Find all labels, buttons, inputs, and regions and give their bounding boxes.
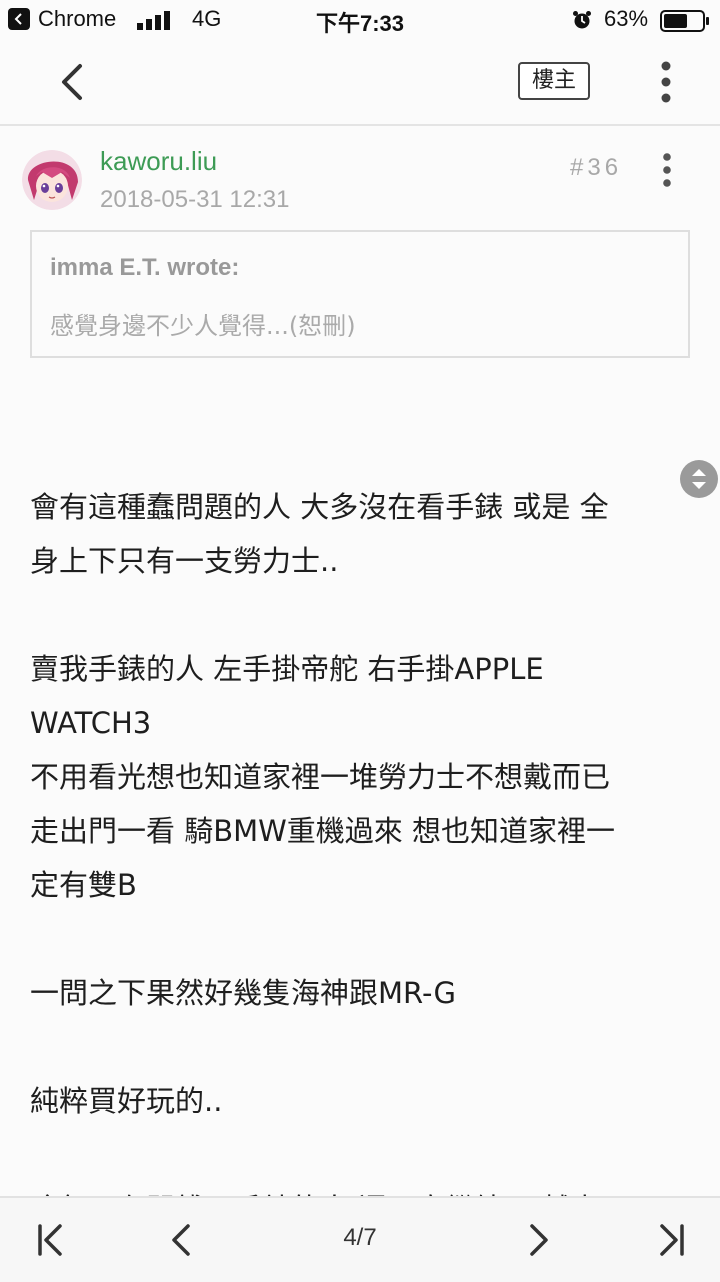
first-page-icon[interactable]: [30, 1220, 70, 1260]
post-more-icon[interactable]: [658, 152, 676, 188]
battery-percent: 63%: [604, 6, 649, 31]
back-arrow-icon[interactable]: [56, 62, 90, 102]
post-body: 會有這種蠢問題的人 大多沒在看手錶 或是 全身上下只有一支勞力士.. 賣我手錶的人…: [30, 480, 700, 1236]
quote-text: 感覺身邊不少人覺得...(恕刪): [50, 312, 356, 340]
battery-icon: [660, 10, 709, 32]
body-line: 會有這種蠢問題的人 大多沒在看手錶 或是 全: [30, 490, 609, 524]
floor-number: #36: [570, 154, 623, 181]
body-line: WATCH3: [30, 706, 152, 740]
body-line: 身上下只有一支勞力士..: [30, 544, 339, 578]
avatar[interactable]: [22, 150, 82, 210]
body-line: 定有雙B: [30, 868, 137, 902]
more-options-icon[interactable]: [656, 60, 676, 104]
body-line: 不用看光想也知道家裡一堆勞力士不想戴而已: [30, 760, 611, 794]
alarm-icon: [573, 11, 591, 29]
body-line: 賣我手錶的人 左手掛帝舵 右手掛APPLE: [30, 652, 544, 686]
next-page-icon[interactable]: [518, 1220, 558, 1260]
pagination-bar: 4/7: [0, 1196, 720, 1282]
page-indicator[interactable]: 4/7: [310, 1224, 410, 1252]
thread-starter-button[interactable]: 樓主: [518, 62, 590, 100]
last-page-icon[interactable]: [652, 1220, 692, 1260]
status-bar: Chrome 4G 下午7:33 63%: [0, 0, 720, 40]
post-author[interactable]: kaworu.liu: [100, 146, 217, 177]
post-date: 2018-05-31 12:31: [100, 186, 290, 213]
quote-author: imma E.T. wrote:: [50, 254, 240, 281]
previous-page-icon[interactable]: [162, 1220, 202, 1260]
body-line: 走出門一看 騎BMW重機過來 想也知道家裡一: [30, 814, 616, 848]
nav-bar: 樓主: [0, 40, 720, 126]
body-line: 一問之下果然好幾隻海神跟MR-G: [30, 976, 456, 1010]
quote-block: imma E.T. wrote: 感覺身邊不少人覺得...(恕刪): [30, 230, 690, 358]
body-line: 純粹買好玩的..: [30, 1084, 223, 1118]
